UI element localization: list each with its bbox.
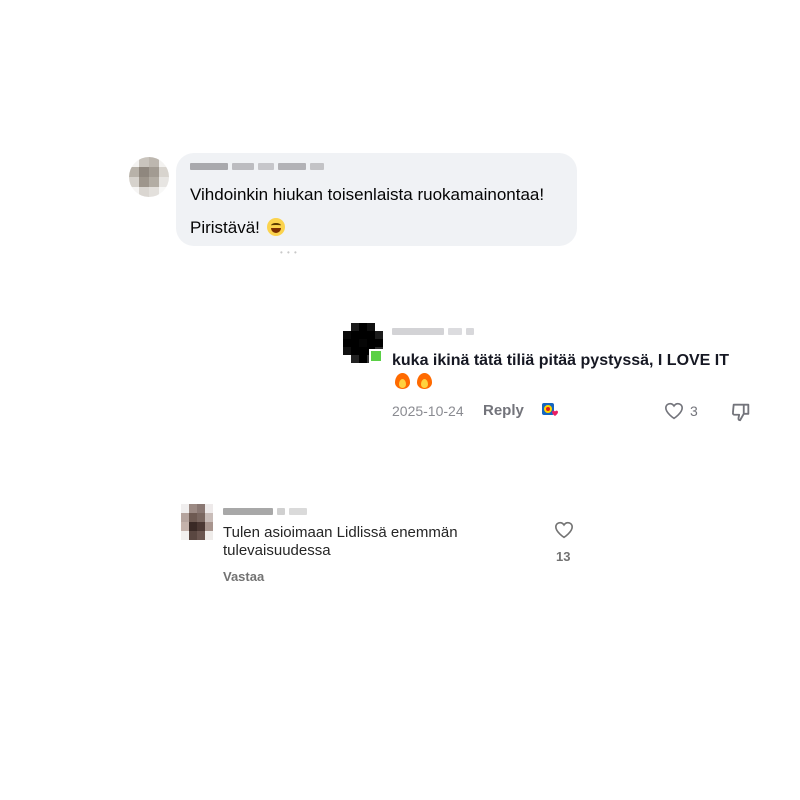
avatar[interactable] [181,504,213,540]
online-status-dot [369,349,383,363]
fire-icon [394,371,411,390]
author-name-blurred[interactable] [190,163,324,170]
comment-text-line2: Piristävä! [190,217,285,239]
grinning-squinting-face-icon [266,218,285,236]
reply-button[interactable]: Reply [483,402,524,419]
author-name-blurred[interactable] [392,328,474,335]
comment-text: Tulen asioimaan Lidlissä enemmän tulevai… [223,524,458,559]
like-button[interactable]: 3 [664,402,698,420]
fire-icon [416,371,433,390]
comment-text: Vihdoinkin hiukan toisenlaista ruokamain… [190,185,545,204]
comment-date: 2025-10-24 [392,403,464,419]
like-count: 13 [556,549,571,564]
reply-button[interactable]: Vastaa [223,569,264,584]
more-indicator: • • • [280,248,298,257]
lidl-heart-sticker-icon[interactable] [541,402,559,418]
comment-emojis [394,371,438,396]
like-count: 3 [690,403,698,419]
heart-outline-icon [664,402,684,420]
avatar[interactable] [129,157,169,197]
heart-outline-icon[interactable] [554,521,574,539]
author-name-blurred[interactable] [223,508,307,515]
comment-text: kuka ikinä tätä tiliä pitää pystyssä, I … [392,352,730,369]
thumbs-down-icon[interactable] [730,401,752,423]
